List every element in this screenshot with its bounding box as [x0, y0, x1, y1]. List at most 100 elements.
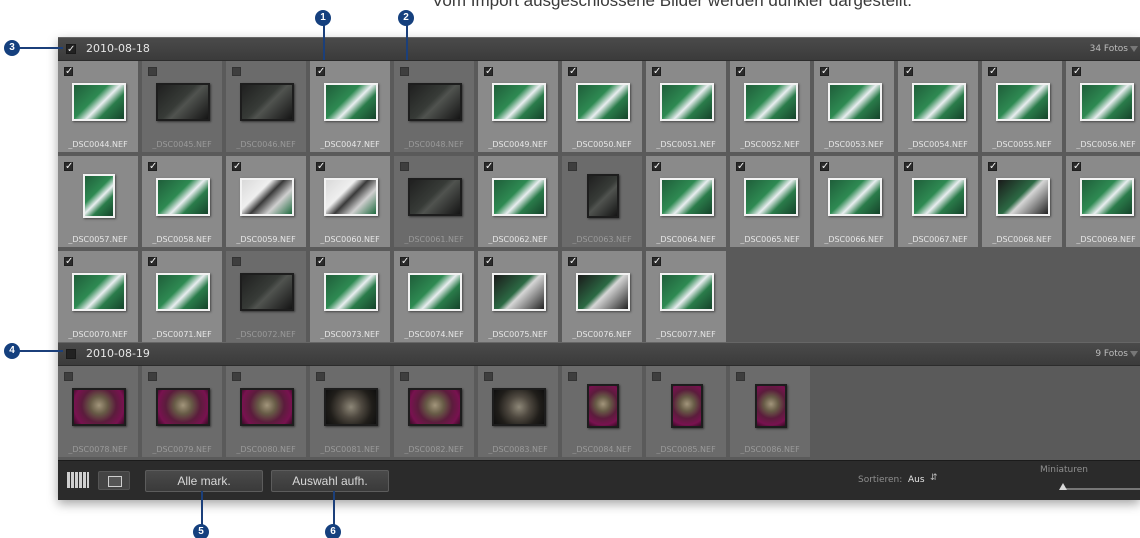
checked-checkbox-icon[interactable]: ✓: [988, 162, 997, 172]
photo-cell[interactable]: ✓ _DSC0075.NEF: [478, 251, 560, 344]
group-header-2010-08-18[interactable]: ✓ 2010-08-18 34 Fotos: [58, 37, 1140, 61]
photo-thumbnail[interactable]: [72, 388, 126, 426]
checked-checkbox-icon[interactable]: ✓: [820, 162, 829, 172]
thumbnail-size-slider[interactable]: [1060, 488, 1140, 490]
photo-cell[interactable]: ✓ _DSC0057.NEF: [58, 156, 140, 249]
photo-thumbnail[interactable]: [755, 384, 787, 428]
group-checkbox[interactable]: [66, 349, 76, 359]
photo-cell[interactable]: ✓ _DSC0053.NEF: [814, 61, 896, 154]
photo-thumbnail[interactable]: [996, 178, 1050, 216]
checked-checkbox-icon[interactable]: ✓: [400, 257, 409, 267]
photo-cell[interactable]: ✓ _DSC0069.NEF: [1066, 156, 1140, 249]
photo-thumbnail[interactable]: [660, 178, 714, 216]
photo-cell[interactable]: ✓ _DSC0055.NEF: [982, 61, 1064, 154]
photo-cell[interactable]: ✓ _DSC0071.NEF: [142, 251, 224, 344]
photo-cell[interactable]: ✓ _DSC0070.NEF: [58, 251, 140, 344]
photo-cell[interactable]: ✓ _DSC0076.NEF: [562, 251, 644, 344]
photo-cell[interactable]: ✓ _DSC0065.NEF: [730, 156, 812, 249]
grid-view-icon[interactable]: [67, 472, 89, 488]
photo-thumbnail[interactable]: [240, 388, 294, 426]
photo-cell[interactable]: ✓ _DSC0044.NEF: [58, 61, 140, 154]
photo-thumbnail[interactable]: [408, 83, 462, 121]
group-header-2010-08-19[interactable]: 2010-08-19 9 Fotos: [58, 342, 1140, 366]
unchecked-checkbox-icon[interactable]: [400, 67, 409, 76]
photo-cell[interactable]: _DSC0082.NEF: [394, 366, 476, 459]
group-checkbox[interactable]: ✓: [66, 44, 76, 55]
photo-thumbnail[interactable]: [240, 273, 294, 311]
photo-cell[interactable]: _DSC0078.NEF: [58, 366, 140, 459]
photo-thumbnail[interactable]: [492, 83, 546, 121]
photo-cell[interactable]: _DSC0061.NEF: [394, 156, 476, 249]
checked-checkbox-icon[interactable]: ✓: [820, 67, 829, 77]
photo-cell[interactable]: _DSC0079.NEF: [142, 366, 224, 459]
photo-cell[interactable]: ✓ _DSC0049.NEF: [478, 61, 560, 154]
photo-thumbnail[interactable]: [1080, 178, 1134, 216]
photo-cell[interactable]: ✓ _DSC0056.NEF: [1066, 61, 1140, 154]
unchecked-checkbox-icon[interactable]: [736, 372, 745, 381]
photo-thumbnail[interactable]: [828, 178, 882, 216]
sort-dropdown[interactable]: Aus: [908, 475, 925, 485]
photo-thumbnail[interactable]: [996, 83, 1050, 121]
checked-checkbox-icon[interactable]: ✓: [148, 257, 157, 267]
checked-checkbox-icon[interactable]: ✓: [316, 257, 325, 267]
photo-thumbnail[interactable]: [912, 83, 966, 121]
photo-cell[interactable]: _DSC0083.NEF: [478, 366, 560, 459]
check-all-button[interactable]: Alle mark.: [145, 470, 263, 492]
photo-thumbnail[interactable]: [587, 384, 619, 428]
collapse-triangle-icon[interactable]: [1130, 351, 1138, 357]
photo-thumbnail[interactable]: [408, 273, 462, 311]
photo-thumbnail[interactable]: [492, 388, 546, 426]
unchecked-checkbox-icon[interactable]: [400, 372, 409, 381]
checked-checkbox-icon[interactable]: ✓: [148, 162, 157, 172]
checked-checkbox-icon[interactable]: ✓: [232, 162, 241, 172]
photo-thumbnail[interactable]: [828, 83, 882, 121]
unchecked-checkbox-icon[interactable]: [232, 257, 241, 266]
photo-thumbnail[interactable]: [492, 178, 546, 216]
photo-thumbnail[interactable]: [408, 388, 462, 426]
checked-checkbox-icon[interactable]: ✓: [652, 162, 661, 172]
photo-cell[interactable]: _DSC0046.NEF: [226, 61, 308, 154]
photo-cell[interactable]: _DSC0048.NEF: [394, 61, 476, 154]
photo-thumbnail[interactable]: [576, 83, 630, 121]
checked-checkbox-icon[interactable]: ✓: [64, 67, 73, 77]
photo-thumbnail[interactable]: [72, 83, 126, 121]
checked-checkbox-icon[interactable]: ✓: [484, 162, 493, 172]
photo-cell[interactable]: _DSC0084.NEF: [562, 366, 644, 459]
photo-thumbnail[interactable]: [156, 388, 210, 426]
photo-thumbnail[interactable]: [240, 83, 294, 121]
photo-thumbnail[interactable]: [576, 273, 630, 311]
checked-checkbox-icon[interactable]: ✓: [484, 67, 493, 77]
photo-thumbnail[interactable]: [671, 384, 703, 428]
checked-checkbox-icon[interactable]: ✓: [568, 67, 577, 77]
photo-cell[interactable]: ✓ _DSC0068.NEF: [982, 156, 1064, 249]
photo-thumbnail[interactable]: [324, 273, 378, 311]
photo-cell[interactable]: ✓ _DSC0064.NEF: [646, 156, 728, 249]
checked-checkbox-icon[interactable]: ✓: [316, 162, 325, 172]
checked-checkbox-icon[interactable]: ✓: [988, 67, 997, 77]
photo-thumbnail[interactable]: [324, 178, 378, 216]
uncheck-all-button[interactable]: Auswahl aufh.: [271, 470, 389, 492]
photo-thumbnail[interactable]: [240, 178, 294, 216]
photo-cell[interactable]: _DSC0080.NEF: [226, 366, 308, 459]
photo-thumbnail[interactable]: [492, 273, 546, 311]
checked-checkbox-icon[interactable]: ✓: [652, 67, 661, 77]
photo-thumbnail[interactable]: [156, 178, 210, 216]
checked-checkbox-icon[interactable]: ✓: [904, 67, 913, 77]
sort-arrows-icon[interactable]: ⇵: [930, 473, 938, 483]
photo-cell[interactable]: _DSC0063.NEF: [562, 156, 644, 249]
unchecked-checkbox-icon[interactable]: [64, 372, 73, 381]
photo-thumbnail[interactable]: [324, 83, 378, 121]
checked-checkbox-icon[interactable]: ✓: [736, 67, 745, 77]
unchecked-checkbox-icon[interactable]: [568, 162, 577, 171]
unchecked-checkbox-icon[interactable]: [484, 372, 493, 381]
photo-thumbnail[interactable]: [912, 178, 966, 216]
checked-checkbox-icon[interactable]: ✓: [64, 162, 73, 172]
photo-thumbnail[interactable]: [72, 273, 126, 311]
unchecked-checkbox-icon[interactable]: [232, 372, 241, 381]
unchecked-checkbox-icon[interactable]: [316, 372, 325, 381]
photo-thumbnail[interactable]: [1080, 83, 1134, 121]
photo-cell[interactable]: ✓ _DSC0066.NEF: [814, 156, 896, 249]
checked-checkbox-icon[interactable]: ✓: [1072, 162, 1081, 172]
unchecked-checkbox-icon[interactable]: [148, 372, 157, 381]
photo-thumbnail[interactable]: [660, 273, 714, 311]
